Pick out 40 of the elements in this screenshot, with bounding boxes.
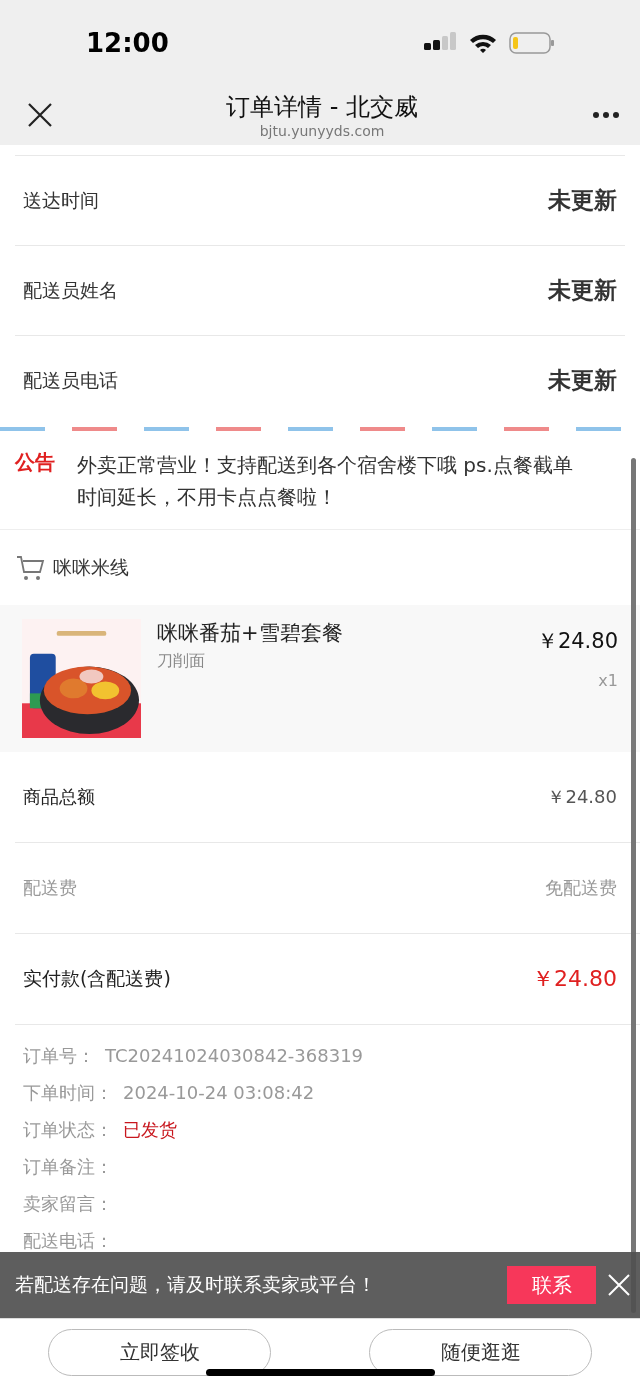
notice-text: 外卖正常营业！支持配送到各个宿舍楼下哦 ps.点餐截单时间延长，不用卡点点餐啦！	[77, 452, 574, 511]
summary-label: 实付款(含配送费)	[23, 966, 171, 991]
notice-tag: 公告	[15, 449, 55, 513]
status-time: 12:00	[86, 27, 169, 58]
info-label: 订单备注：	[23, 1154, 113, 1179]
action-button[interactable]: 随便逛逛	[369, 1329, 592, 1376]
contact-button[interactable]: 联系	[507, 1266, 596, 1304]
info-label: 订单状态：	[23, 1117, 113, 1142]
info-value: TC20241024030842-368319	[105, 1045, 364, 1066]
info-label: 卖家留言：	[23, 1191, 113, 1216]
summary-value: ￥24.80	[532, 965, 617, 993]
page-url: bjtu.yunyyds.com	[259, 123, 385, 139]
row-value: 未更新	[548, 186, 617, 215]
info-label: 下单时间：	[23, 1080, 113, 1105]
summary-value: ￥24.80	[547, 785, 617, 809]
row-label: 配送员姓名	[23, 277, 118, 303]
row-label: 配送员电话	[23, 367, 118, 393]
action-button[interactable]: 立即签收	[48, 1329, 271, 1376]
page-title: 订单详情 - 北交威	[226, 92, 418, 123]
item-spec: 刀削面	[157, 651, 206, 672]
banner-text: 若配送存在问题，请及时联系卖家或平台！	[15, 1272, 377, 1297]
row-value: 未更新	[548, 276, 617, 305]
summary-label: 商品总额	[23, 785, 95, 809]
close-button[interactable]	[28, 103, 52, 127]
cart-icon	[16, 554, 45, 581]
info-value: 2024-10-24 03:08:42	[123, 1082, 315, 1103]
summary-label: 配送费	[23, 876, 77, 900]
more-button[interactable]	[592, 111, 620, 119]
info-label: 订单号：	[23, 1043, 95, 1068]
battery-icon	[509, 31, 555, 54]
row-value: 未更新	[548, 366, 617, 395]
item-quantity: x1	[598, 671, 618, 690]
summary-value: 免配送费	[545, 876, 617, 900]
info-label: 配送电话：	[23, 1228, 113, 1253]
item-name: 咪咪番茄+雪碧套餐	[157, 620, 344, 647]
wifi-icon	[469, 32, 497, 53]
item-price: ￥24.80	[536, 628, 618, 655]
order-status: 已发货	[123, 1117, 177, 1142]
shop-name: 咪咪米线	[53, 554, 129, 580]
row-label: 送达时间	[23, 187, 99, 213]
